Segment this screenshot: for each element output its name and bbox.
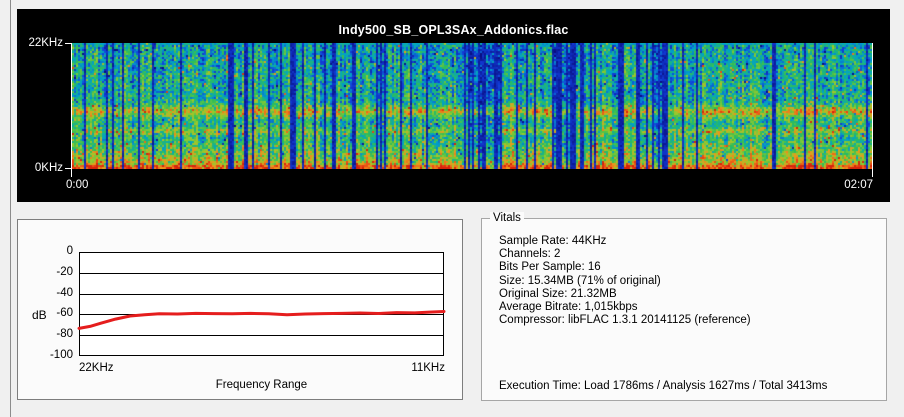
frequency-response-curve [18, 220, 464, 401]
vitals-compressor: Compressor: libFLAC 1.3.1 20141125 (refe… [499, 314, 751, 327]
spectrogram-axis-right [872, 43, 873, 177]
file-title: Indy500_SB_OPL3SAx_Addonics.flac [17, 23, 890, 37]
spectrogram-time-end: 02:07 [793, 179, 873, 191]
analyzer-window: Indy500_SB_OPL3SAx_Addonics.flac 22KHz 0… [0, 0, 904, 417]
execution-time: Execution Time: Load 1786ms / Analysis 1… [499, 380, 827, 392]
vitals-sample-rate: Sample Rate: 44KHz [499, 235, 751, 248]
spectrogram-panel: Indy500_SB_OPL3SAx_Addonics.flac 22KHz 0… [17, 9, 890, 202]
spectrogram-ymin-label: 0KHz [19, 162, 63, 174]
vitals-groupbox: Vitals Sample Rate: 44KHz Channels: 2 Bi… [481, 218, 887, 401]
window-frame-edge [10, 0, 11, 417]
vitals-size: Size: 15.34MB (71% of original) [499, 275, 751, 288]
vitals-average-bitrate: Average Bitrate: 1,015kbps [499, 301, 751, 314]
vitals-title: Vitals [490, 212, 524, 224]
spectrogram-canvas [72, 43, 872, 169]
vitals-original-size: Original Size: 21.32MB [499, 288, 751, 301]
spectrogram-time-start: 0:00 [66, 179, 88, 191]
frequency-range-chart-panel: 0-20-40-60-80-100 dB 22KHz 11KHz Frequen… [17, 219, 463, 400]
vitals-channels: Channels: 2 [499, 248, 751, 261]
spectrogram-axis-left [71, 43, 72, 177]
vitals-bits-per-sample: Bits Per Sample: 16 [499, 261, 751, 274]
vitals-list: Sample Rate: 44KHz Channels: 2 Bits Per … [499, 235, 751, 327]
spectrogram-ymax-label: 22KHz [19, 37, 63, 49]
